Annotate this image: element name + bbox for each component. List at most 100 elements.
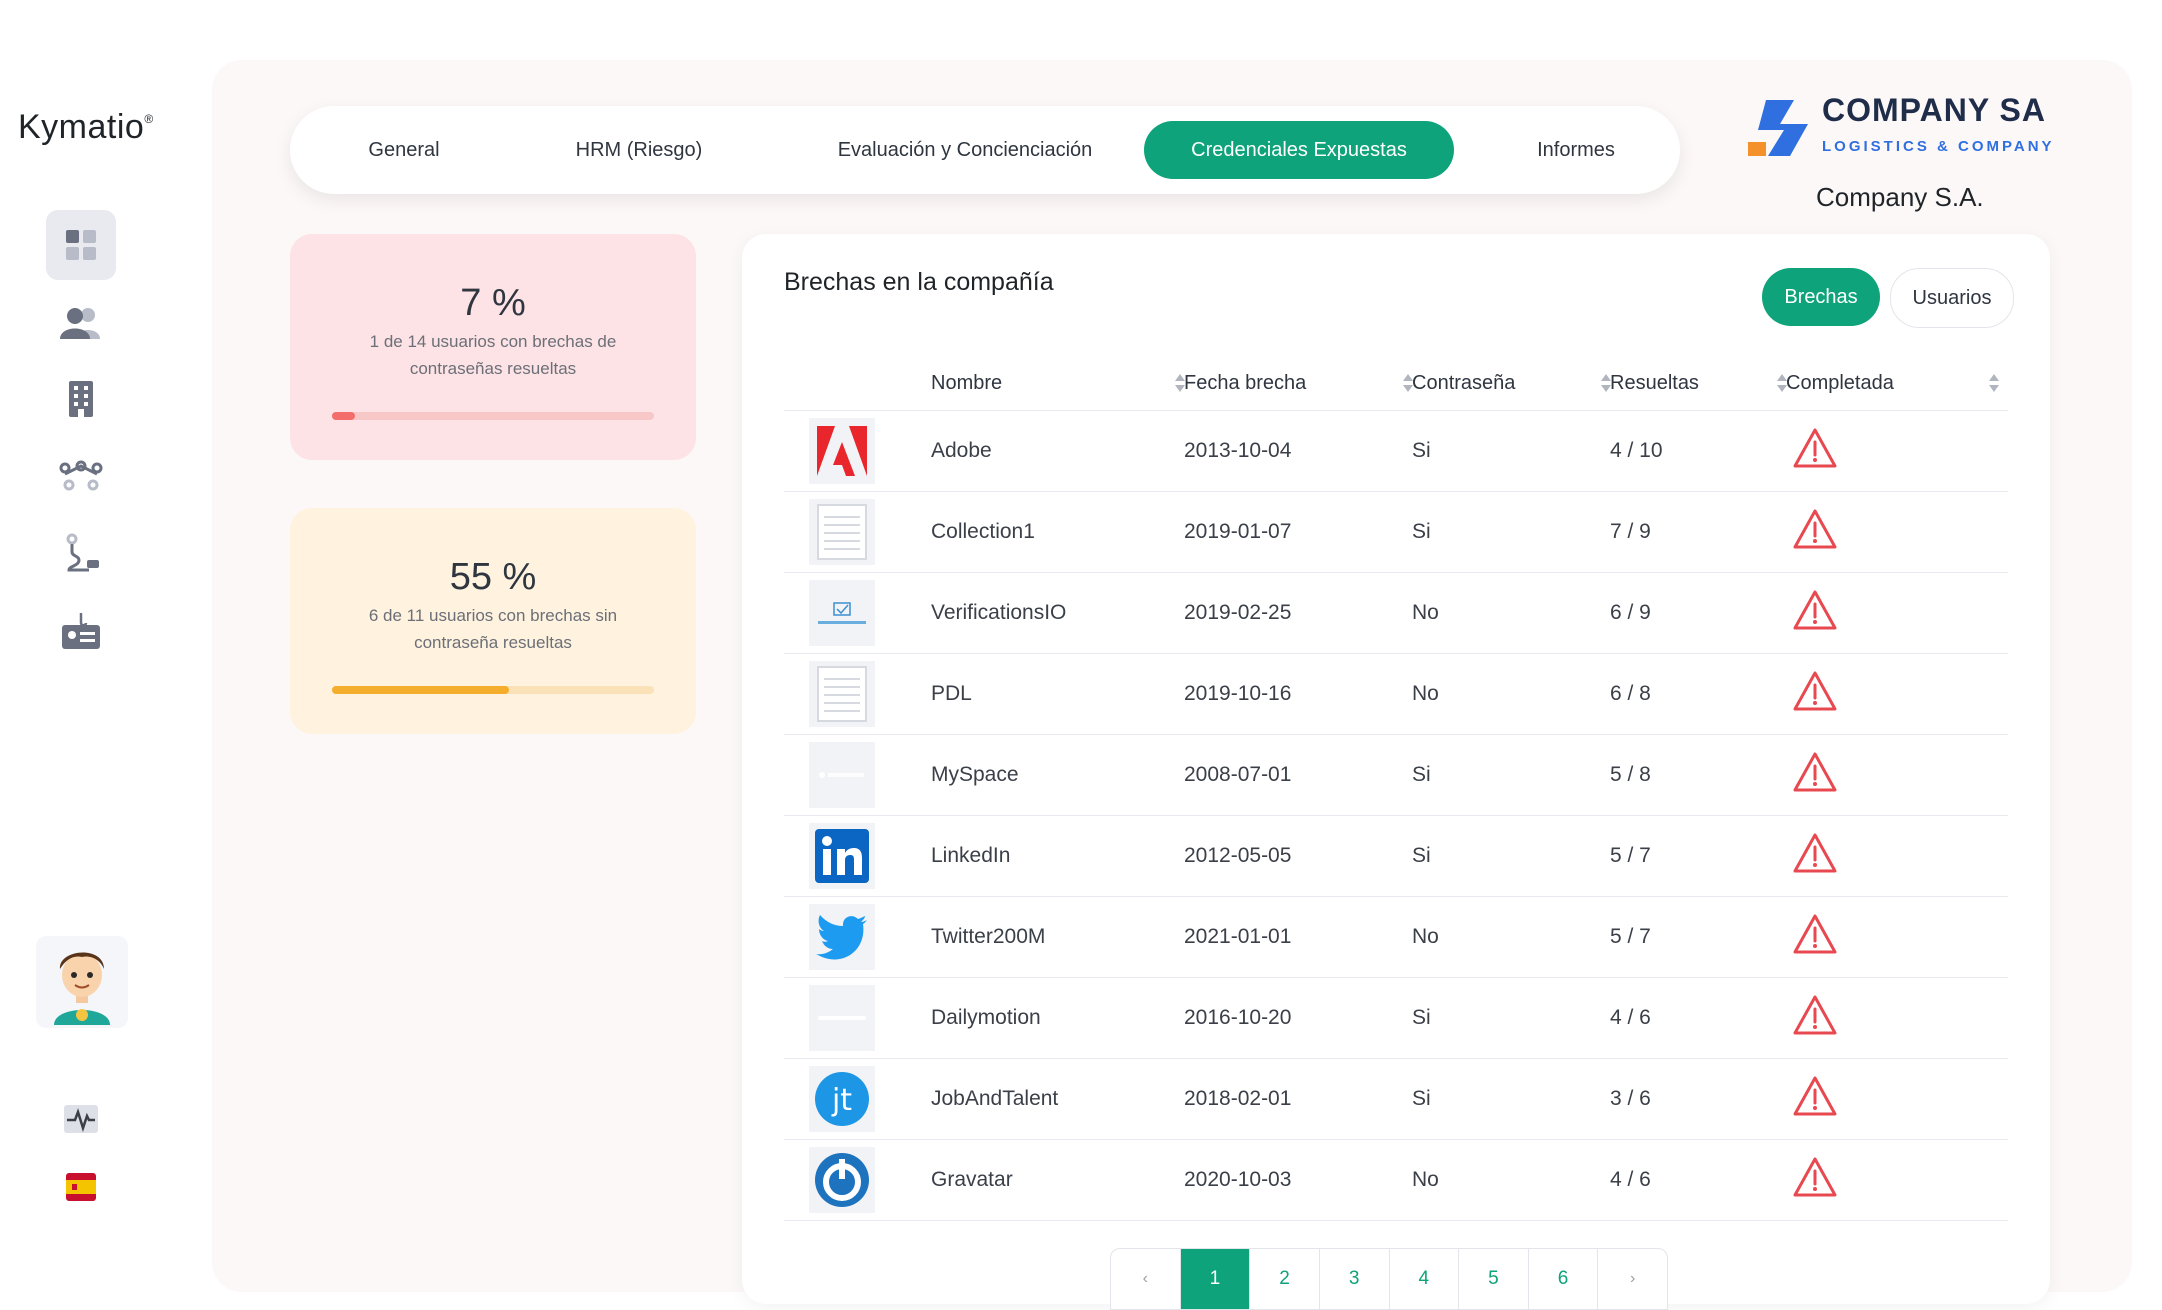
pagination-page-4[interactable]: 4	[1390, 1249, 1460, 1309]
pagination-page-1[interactable]: 1	[1180, 1249, 1251, 1309]
activity-icon[interactable]	[46, 1084, 116, 1154]
breach-resolved: 5 / 8	[1610, 762, 1651, 786]
pagination: ‹ 1 2 3 4 5 6 ›	[1110, 1248, 1668, 1310]
dashboard-icon[interactable]	[46, 210, 116, 280]
table-row[interactable]: Dailymotion 2016-10-20 Si 4 / 6	[784, 977, 2008, 1058]
stat-progress-bar	[332, 686, 654, 694]
column-header-nombre[interactable]: Nombre	[931, 358, 1002, 408]
table-row[interactable]: PDL 2019-10-16 No 6 / 8	[784, 653, 2008, 734]
breach-resolved: 7 / 9	[1610, 519, 1651, 543]
panel-title: Brechas en la compañía	[784, 268, 1054, 296]
warning-icon	[1792, 589, 1838, 631]
table-divider	[784, 1220, 2008, 1221]
toggle-usuarios-button[interactable]: Usuarios	[1890, 268, 2014, 328]
stat-progress-fill	[332, 686, 510, 694]
building-icon[interactable]	[46, 364, 116, 434]
dailymotion-logo	[809, 985, 875, 1051]
breach-password: No	[1412, 1167, 1439, 1191]
spain-flag-icon[interactable]	[46, 1152, 116, 1222]
tab-evaluacion[interactable]: Evaluación y Concienciación	[780, 121, 1150, 179]
column-header-contrasena[interactable]: Contraseña	[1392, 358, 1515, 408]
breach-date: 2016-10-20	[1184, 1005, 1292, 1029]
breach-password: Si	[1412, 1086, 1431, 1110]
table-row[interactable]: jt JobAndTalent 2018-02-01 Si 3 / 6	[784, 1058, 2008, 1139]
tab-hrm-riesgo[interactable]: HRM (Riesgo)	[522, 121, 756, 179]
breach-date: 2019-10-16	[1184, 681, 1292, 705]
tab-credenciales-expuestas[interactable]: Credenciales Expuestas	[1144, 121, 1454, 179]
breach-name: Dailymotion	[931, 1005, 1041, 1029]
pagination-page-6[interactable]: 6	[1529, 1249, 1599, 1309]
breach-date: 2019-01-07	[1184, 519, 1292, 543]
breach-resolved: 4 / 10	[1610, 438, 1663, 462]
table-header: Nombre Fecha brecha Contraseña Resueltas…	[784, 358, 2008, 408]
table-row[interactable]: MySpace 2008-07-01 Si 5 / 8	[784, 734, 2008, 815]
table-row[interactable]: Twitter200M 2021-01-01 No 5 / 7	[784, 896, 2008, 977]
table-row[interactable]: Collection1 2019-01-07 Si 7 / 9	[784, 491, 2008, 572]
breach-date: 2020-10-03	[1184, 1167, 1292, 1191]
breach-name: VerificationsIO	[931, 600, 1067, 624]
warning-icon	[1792, 751, 1838, 793]
stat-description: 6 de 11 usuarios con brechas sin contras…	[368, 606, 618, 652]
stat-progress-fill	[332, 412, 355, 420]
company-logo-text: COMPANY SA	[1822, 92, 2046, 128]
flow-icon[interactable]	[46, 440, 116, 510]
breach-date: 2012-05-05	[1184, 843, 1292, 867]
warning-icon	[1792, 670, 1838, 712]
pagination-page-5[interactable]: 5	[1459, 1249, 1529, 1309]
breach-resolved: 5 / 7	[1610, 924, 1651, 948]
column-header-fecha-brecha[interactable]: Fecha brecha	[1164, 358, 1306, 408]
pagination-next-button[interactable]: ›	[1598, 1249, 1667, 1309]
breach-password: Si	[1412, 1005, 1431, 1029]
stat-card-no-password-breaches: 55 % 6 de 11 usuarios con brechas sin co…	[290, 508, 696, 734]
sort-icon[interactable]	[1988, 372, 2000, 394]
breach-resolved: 4 / 6	[1610, 1005, 1651, 1029]
breach-password: Si	[1412, 762, 1431, 786]
breach-name: Gravatar	[931, 1167, 1013, 1191]
id-card-icon[interactable]	[46, 596, 116, 666]
phishing-hook-icon[interactable]	[46, 518, 116, 588]
breach-resolved: 3 / 6	[1610, 1086, 1651, 1110]
table-row[interactable]: Gravatar 2020-10-03 No 4 / 6	[784, 1139, 2008, 1220]
breach-resolved: 6 / 9	[1610, 600, 1651, 624]
tab-informes[interactable]: Informes	[1486, 121, 1666, 179]
breach-resolved: 5 / 7	[1610, 843, 1651, 867]
warning-icon	[1792, 1156, 1838, 1198]
breach-name: Adobe	[931, 438, 992, 462]
table-row[interactable]: VerificationsIO 2019-02-25 No 6 / 9	[784, 572, 2008, 653]
column-header-resueltas[interactable]: Resueltas	[1590, 358, 1699, 408]
svg-text:jt: jt	[831, 1083, 852, 1118]
tab-general[interactable]: General	[304, 121, 504, 179]
myspace-logo	[809, 742, 875, 808]
column-header-completada[interactable]: Completada	[1766, 358, 1894, 408]
stat-progress-bar	[332, 412, 654, 420]
toggle-brechas-button[interactable]: Brechas	[1762, 268, 1880, 326]
pagination-prev-button[interactable]: ‹	[1111, 1249, 1181, 1309]
breach-name: Collection1	[931, 519, 1035, 543]
breach-name: PDL	[931, 681, 972, 705]
users-icon[interactable]	[46, 288, 116, 358]
breach-name: Twitter200M	[931, 924, 1046, 948]
warning-icon	[1792, 1075, 1838, 1117]
top-nav: General HRM (Riesgo) Evaluación y Concie…	[290, 106, 1680, 194]
breach-password: Si	[1412, 843, 1431, 867]
breach-password: Si	[1412, 438, 1431, 462]
adobe-logo	[809, 418, 875, 484]
generic-document-logo	[809, 661, 875, 727]
pagination-page-3[interactable]: 3	[1320, 1249, 1390, 1309]
stat-card-password-breaches: 7 % 1 de 14 usuarios con brechas de cont…	[290, 234, 696, 460]
stat-percent: 7 %	[460, 282, 526, 324]
twitter-logo	[809, 904, 875, 970]
breach-date: 2019-02-25	[1184, 600, 1292, 624]
table-row[interactable]: Adobe 2013-10-04 Si 4 / 10	[784, 410, 2008, 491]
table-row[interactable]: LinkedIn 2012-05-05 Si 5 / 7	[784, 815, 2008, 896]
linkedin-logo	[809, 823, 875, 889]
breach-resolved: 6 / 8	[1610, 681, 1651, 705]
breach-resolved: 4 / 6	[1610, 1167, 1651, 1191]
avatar[interactable]	[36, 936, 128, 1028]
warning-icon	[1792, 508, 1838, 550]
breach-password: No	[1412, 924, 1439, 948]
pagination-page-2[interactable]: 2	[1250, 1249, 1320, 1309]
breach-name: MySpace	[931, 762, 1019, 786]
stat-percent: 55 %	[449, 556, 537, 598]
breach-name: JobAndTalent	[931, 1086, 1059, 1110]
